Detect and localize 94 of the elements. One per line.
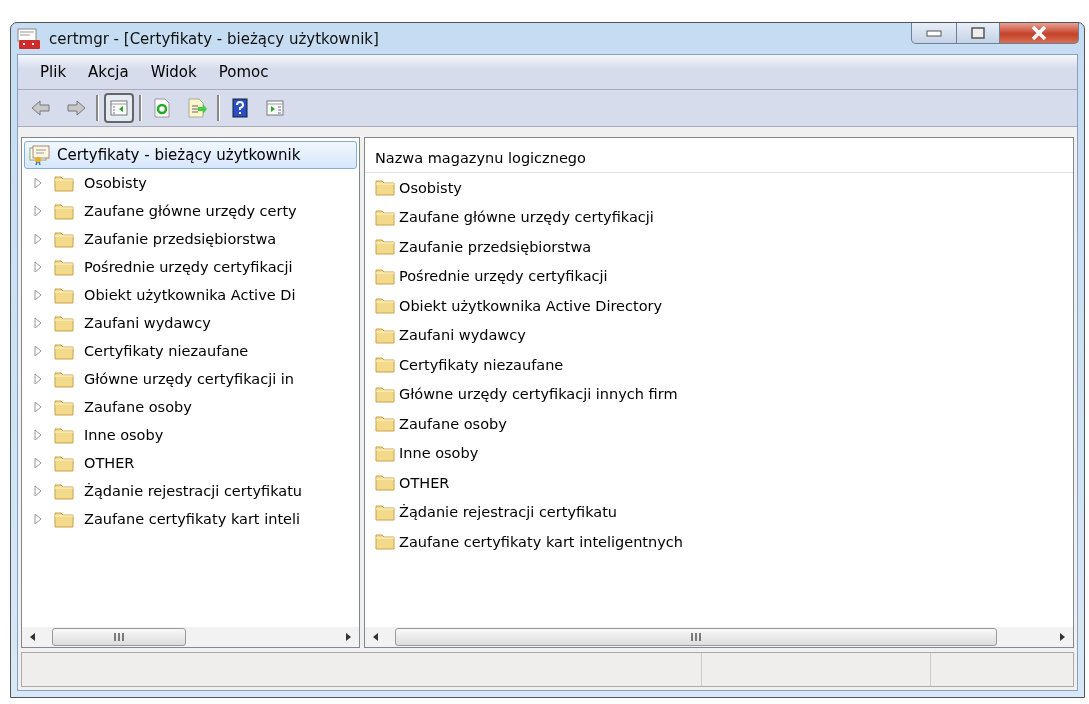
tree-item[interactable]: Zaufane osoby — [84, 399, 192, 415]
tree-item[interactable]: Pośrednie urzędy certyfikacji — [84, 259, 293, 275]
tree-item[interactable]: Osobisty — [84, 175, 147, 191]
window-title: certmgr - [Certyfikaty - bieżący użytkownik] — [49, 29, 380, 48]
folder-icon — [54, 286, 74, 304]
menu-item[interactable]: Pomoc — [208, 61, 279, 83]
folder-icon — [54, 342, 74, 360]
tree-item[interactable]: Obiekt użytkownika Active Di — [84, 287, 296, 303]
folder-icon — [375, 238, 395, 256]
console-tree-icon — [108, 97, 130, 119]
tree-item[interactable]: Inne osoby — [84, 427, 164, 443]
expand-icon[interactable] — [32, 373, 44, 385]
close-button[interactable] — [1000, 23, 1079, 44]
scroll-right-icon[interactable] — [343, 632, 353, 642]
refresh-icon — [151, 97, 173, 119]
expand-icon[interactable] — [32, 401, 44, 413]
expand-icon[interactable] — [32, 205, 44, 217]
minimize-icon — [926, 29, 942, 37]
list-item[interactable]: Główne urzędy certyfikacji innych firm — [399, 386, 678, 403]
maximize-button[interactable] — [957, 23, 1000, 44]
folder-icon — [375, 415, 395, 433]
help-icon — [229, 97, 251, 119]
list-item[interactable]: Osobisty — [399, 179, 462, 196]
expand-icon[interactable] — [32, 513, 44, 525]
folder-icon — [375, 356, 395, 374]
expand-icon[interactable] — [32, 177, 44, 189]
list-item[interactable]: Żądanie rejestracji certyfikatu — [399, 504, 618, 521]
folder-icon — [54, 370, 74, 388]
maximize-icon — [971, 27, 985, 39]
folder-icon — [375, 444, 395, 462]
folder-icon — [54, 510, 74, 528]
list-item[interactable]: Certyfikaty niezaufane — [399, 356, 564, 373]
folder-icon — [54, 230, 74, 248]
expand-icon[interactable] — [32, 429, 44, 441]
folder-icon — [375, 208, 395, 226]
export-list-icon — [186, 97, 208, 119]
folder-icon — [54, 454, 74, 472]
action-pane-icon — [264, 97, 286, 119]
menu-item[interactable]: Akcja — [78, 61, 139, 83]
console-tree-button[interactable] — [104, 93, 134, 123]
tree-item[interactable]: Zaufanie przedsiębiorstwa — [84, 231, 277, 247]
tree-item[interactable]: Zaufane główne urzędy certy — [84, 203, 297, 219]
expand-icon[interactable] — [32, 457, 44, 469]
tree-item[interactable]: Główne urzędy certyfikacji in — [84, 371, 295, 387]
expand-icon[interactable] — [32, 261, 44, 273]
expand-icon[interactable] — [32, 233, 44, 245]
tree-item[interactable]: Żądanie rejestracji certyfikatu — [84, 483, 303, 499]
tree-item[interactable]: Certyfikaty niezaufane — [84, 343, 249, 359]
close-icon — [1031, 26, 1047, 40]
expand-icon[interactable] — [32, 317, 44, 329]
certificate-store-icon — [29, 145, 51, 165]
folder-icon — [375, 503, 395, 521]
expand-icon[interactable] — [32, 485, 44, 497]
scroll-right-icon[interactable] — [1057, 632, 1067, 642]
expand-icon[interactable] — [32, 345, 44, 357]
folder-icon — [375, 179, 395, 197]
folder-icon — [54, 482, 74, 500]
folder-icon — [54, 398, 74, 416]
folder-icon — [375, 326, 395, 344]
back-arrow-icon — [30, 97, 52, 119]
list-item[interactable]: Inne osoby — [399, 445, 479, 462]
folder-icon — [54, 314, 74, 332]
folder-icon — [375, 474, 395, 492]
folder-icon — [54, 174, 74, 192]
list-item[interactable]: Zaufane osoby — [399, 415, 507, 432]
folder-icon — [54, 258, 74, 276]
menu-item[interactable]: Widok — [140, 61, 207, 83]
forward-arrow-icon — [65, 97, 87, 119]
tree-item[interactable]: Certyfikaty - bieżący użytkownik — [24, 141, 357, 169]
scroll-left-icon[interactable] — [28, 632, 38, 642]
folder-icon — [375, 267, 395, 285]
tree-item[interactable]: Zaufane certyfikaty kart inteli — [84, 511, 301, 527]
scrollbar-thumb[interactable] — [395, 628, 997, 646]
folder-icon — [375, 385, 395, 403]
tree-item[interactable]: OTHER — [84, 455, 135, 471]
list-item[interactable]: Zaufanie przedsiębiorstwa — [399, 238, 592, 255]
folder-icon — [375, 533, 395, 551]
menu-item[interactable]: Plik — [30, 61, 77, 83]
expand-icon[interactable] — [32, 289, 44, 301]
list-item[interactable]: Pośrednie urzędy certyfikacji — [399, 268, 608, 285]
list-item[interactable]: Zaufani wydawcy — [399, 327, 526, 344]
scrollbar-thumb[interactable] — [52, 628, 186, 646]
list-item[interactable]: Zaufane główne urzędy certyfikacji — [399, 209, 654, 226]
tree-item[interactable]: Zaufani wydawcy — [84, 315, 211, 331]
list-item[interactable]: OTHER — [399, 474, 450, 491]
list-item[interactable]: Zaufane certyfikaty kart inteligentnych — [399, 533, 683, 550]
minimize-button[interactable] — [911, 23, 957, 44]
column-header[interactable]: Nazwa magazynu logicznego — [365, 144, 1073, 173]
list-item[interactable]: Obiekt użytkownika Active Directory — [399, 297, 663, 314]
folder-icon — [375, 297, 395, 315]
scroll-left-icon[interactable] — [371, 632, 381, 642]
folder-icon — [54, 202, 74, 220]
certificate-manager-icon — [17, 27, 41, 50]
folder-icon — [54, 426, 74, 444]
